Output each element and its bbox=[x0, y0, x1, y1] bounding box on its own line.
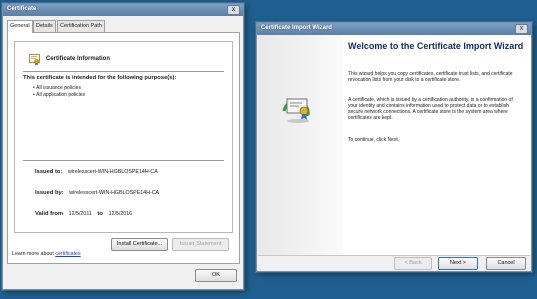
purpose-heading: This certificate is intended for the fol… bbox=[23, 75, 177, 81]
divider bbox=[23, 160, 224, 161]
issued-to-label: Issued to: bbox=[35, 169, 63, 175]
wizard-content: Welcome to the Certificate Import Wizard… bbox=[342, 35, 531, 255]
certificate-close-button[interactable]: x bbox=[227, 5, 240, 15]
validity-row: Valid from 12/5/2011 to 12/5/2016 bbox=[35, 211, 132, 217]
valid-to-value: 12/5/2016 bbox=[108, 211, 133, 217]
wizard-side-panel bbox=[258, 35, 342, 255]
learn-more-text: Learn more about bbox=[12, 251, 54, 257]
issued-by-value: wirelesscert-WIN-HGBLOSPE14H-CA bbox=[69, 190, 160, 196]
wizard-paragraph-3: To continue, click Next. bbox=[348, 137, 400, 143]
wizard-paragraph-2: A certificate, which is issued by a cert… bbox=[348, 97, 513, 121]
issuer-statement-button[interactable]: Issuer Statement bbox=[172, 238, 229, 251]
certificate-import-icon bbox=[282, 98, 310, 123]
install-certificate-button[interactable]: Install Certificate... bbox=[111, 238, 168, 251]
certificate-dialog-title: Certificate bbox=[7, 6, 37, 12]
wizard-close-button[interactable]: x bbox=[515, 24, 528, 34]
wizard-title: Certificate Import Wizard bbox=[261, 25, 332, 31]
certificate-icon bbox=[29, 54, 40, 66]
valid-from-label: Valid from bbox=[35, 211, 64, 217]
certificate-title-bar[interactable]: Certificate x bbox=[3, 4, 243, 16]
wizard-paragraph-1: This wizard helps you copy certificates,… bbox=[348, 71, 513, 83]
valid-from-value: 12/5/2011 bbox=[68, 211, 92, 217]
valid-to-label: to bbox=[97, 211, 103, 217]
certificates-link[interactable]: certificates bbox=[55, 251, 80, 257]
back-button[interactable]: < Back bbox=[394, 257, 432, 270]
issued-by-label: Issued by: bbox=[35, 190, 64, 196]
certificate-info-box: Certificate Information This certificate… bbox=[14, 41, 233, 233]
learn-more-row: Learn more about certificates bbox=[12, 251, 81, 257]
ok-button[interactable]: OK bbox=[195, 269, 237, 282]
next-button[interactable]: Next > bbox=[438, 257, 478, 270]
issued-to-value: wirelesscert-WIN-HGBLOSPE14H-CA bbox=[68, 169, 158, 175]
tab-certification-path[interactable]: Certification Path bbox=[57, 20, 105, 32]
wizard-title-bar[interactable]: Certificate Import Wizard x bbox=[257, 23, 531, 35]
purpose-item: All application policies bbox=[33, 92, 85, 99]
wizard-heading: Welcome to the Certificate Import Wizard bbox=[348, 41, 524, 51]
divider bbox=[23, 71, 224, 72]
general-tab-panel: Certificate Information This certificate… bbox=[7, 32, 240, 264]
tab-general[interactable]: General bbox=[7, 20, 33, 33]
issued-to-row: Issued to: wirelesscert-WIN-HGBLOSPE14H-… bbox=[35, 169, 158, 175]
certificate-dialog: Certificate x General Details Certificat… bbox=[2, 3, 244, 290]
cancel-button[interactable]: Cancel bbox=[486, 257, 526, 270]
certificate-import-wizard: Certificate Import Wizard x Welcome to t… bbox=[256, 22, 532, 272]
purpose-list: All issuance policies All application po… bbox=[33, 85, 85, 98]
tab-details[interactable]: Details bbox=[33, 20, 56, 32]
purpose-item: All issuance policies bbox=[33, 85, 85, 92]
certificate-info-title: Certificate Information bbox=[46, 56, 111, 62]
wizard-footer: < Back Next > Cancel bbox=[258, 255, 530, 271]
issued-by-row: Issued by: wirelesscert-WIN-HGBLOSPE14H-… bbox=[35, 190, 159, 196]
